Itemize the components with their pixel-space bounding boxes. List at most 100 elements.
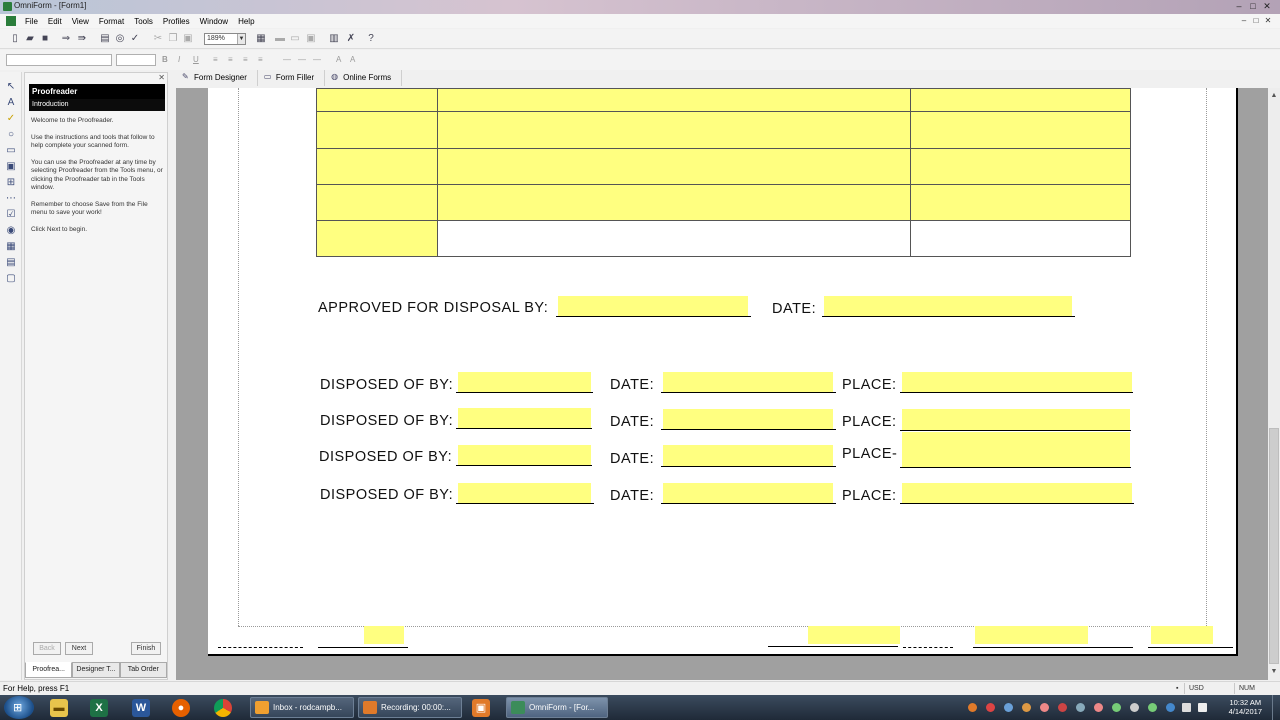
tab-online-forms[interactable]: ◍ Online Forms bbox=[325, 70, 403, 86]
tray-app-icon[interactable] bbox=[1130, 703, 1139, 712]
print-preview-icon[interactable]: ◎ bbox=[114, 33, 126, 45]
align-icon[interactable]: ▬ bbox=[274, 33, 286, 45]
align-left-icon[interactable]: ≡ bbox=[213, 55, 218, 64]
disposed-by-field[interactable] bbox=[458, 445, 591, 465]
font-size-select[interactable] bbox=[116, 54, 156, 66]
volume-icon[interactable] bbox=[1198, 703, 1207, 712]
zoom-select[interactable]: 189% ▼ bbox=[204, 33, 246, 45]
scroll-up-icon[interactable]: ▲ bbox=[1268, 90, 1280, 102]
table-cell-field[interactable] bbox=[316, 88, 438, 112]
menu-format[interactable]: Format bbox=[94, 17, 129, 26]
tray-app-icon[interactable] bbox=[1040, 703, 1049, 712]
disposed-by-field[interactable] bbox=[458, 483, 591, 503]
tray-app-icon[interactable] bbox=[1094, 703, 1103, 712]
menu-profiles[interactable]: Profiles bbox=[158, 17, 195, 26]
doc-close-button[interactable]: ✕ bbox=[1262, 15, 1274, 26]
taskbar-task-omniform[interactable]: OmniForm - [For... bbox=[506, 697, 608, 718]
field-tool-icon[interactable]: ⊞ bbox=[4, 176, 18, 190]
taskbar-clock[interactable]: 10:32 AM 4/14/2017 bbox=[1229, 698, 1262, 716]
vertical-scrollbar[interactable]: ▲ ▼ bbox=[1268, 88, 1280, 680]
justify-icon[interactable]: ≡ bbox=[258, 55, 263, 64]
taskbar-pin-chrome[interactable] bbox=[206, 697, 240, 718]
disposal-place-field[interactable] bbox=[902, 409, 1130, 430]
rectangle-tool-icon[interactable]: ▭ bbox=[4, 144, 18, 158]
align-center-icon[interactable]: ≡ bbox=[228, 55, 233, 64]
menu-view[interactable]: View bbox=[67, 17, 94, 26]
tray-recorder-icon[interactable] bbox=[968, 703, 977, 712]
close-button[interactable]: ✕ bbox=[1260, 0, 1274, 12]
disposal-place-field[interactable] bbox=[902, 372, 1132, 392]
tab-tab-order[interactable]: Tab Order bbox=[119, 662, 167, 678]
table-cell-field[interactable] bbox=[437, 148, 911, 185]
scroll-down-icon[interactable]: ▼ bbox=[1268, 666, 1280, 678]
document-canvas[interactable]: APPROVED FOR DISPOSAL BY: DATE: DISPOSED… bbox=[176, 88, 1268, 680]
start-button[interactable]: ⊞ bbox=[4, 696, 34, 719]
text-tool-icon[interactable]: A bbox=[4, 96, 18, 110]
tray-app-icon[interactable] bbox=[1022, 703, 1031, 712]
align-right-icon[interactable]: ≡ bbox=[243, 55, 248, 64]
disposed-by-field[interactable] bbox=[458, 372, 591, 392]
tray-app-icon[interactable] bbox=[1058, 703, 1067, 712]
tray-mcafee-icon[interactable] bbox=[986, 703, 995, 712]
new-icon[interactable]: ▯ bbox=[9, 33, 21, 45]
table-cell-field[interactable] bbox=[316, 220, 438, 257]
menu-window[interactable]: Window bbox=[195, 17, 233, 26]
menu-help[interactable]: Help bbox=[233, 17, 259, 26]
distribute-icon[interactable]: ▭ bbox=[289, 33, 301, 45]
menu-file[interactable]: File bbox=[20, 17, 43, 26]
table-cell-field[interactable] bbox=[910, 111, 1131, 149]
cut-icon[interactable]: ✂ bbox=[152, 33, 164, 45]
taskbar-task-outlook[interactable]: Inbox - rodcampb... bbox=[250, 697, 354, 718]
next-button[interactable]: Next bbox=[65, 642, 93, 655]
taskbar-pin-firefox[interactable]: ● bbox=[164, 697, 198, 718]
picture-tool-icon[interactable]: ▤ bbox=[4, 256, 18, 270]
underline-button[interactable]: U bbox=[193, 55, 199, 64]
redo-scan-icon[interactable]: ⇛ bbox=[76, 33, 88, 45]
proofread-tool-icon[interactable]: ✓ bbox=[4, 112, 18, 126]
print-icon[interactable]: ▤ bbox=[99, 33, 111, 45]
disposal-date-field[interactable] bbox=[663, 372, 833, 392]
disposal-place-field[interactable] bbox=[902, 432, 1130, 467]
disposal-place-field[interactable] bbox=[902, 483, 1132, 503]
menu-tools[interactable]: Tools bbox=[129, 17, 158, 26]
close-icon[interactable]: ✕ bbox=[158, 73, 165, 82]
taskbar-pin-recorder[interactable]: ▣ bbox=[464, 697, 498, 718]
show-desktop-button[interactable] bbox=[1272, 695, 1280, 720]
network-icon[interactable] bbox=[1182, 703, 1191, 712]
taskbar-pin-word[interactable]: W bbox=[124, 697, 158, 718]
group-icon[interactable]: ▣ bbox=[305, 33, 317, 45]
tab-form-filler[interactable]: ▭ Form Filler bbox=[258, 70, 326, 86]
approval-date-field[interactable] bbox=[824, 296, 1072, 316]
back-button[interactable]: Back bbox=[33, 642, 61, 655]
table-tool-icon[interactable]: ▦ bbox=[4, 240, 18, 254]
ellipse-tool-icon[interactable]: ○ bbox=[4, 128, 18, 142]
document-icon[interactable] bbox=[6, 16, 16, 26]
open-folder-icon[interactable]: ▰ bbox=[24, 33, 36, 45]
table-cell-field[interactable] bbox=[316, 148, 438, 185]
paste-icon[interactable]: ▣ bbox=[182, 33, 194, 45]
spellcheck-icon[interactable]: ✓ bbox=[129, 33, 141, 45]
radio-tool-icon[interactable]: ◉ bbox=[4, 224, 18, 238]
finish-button[interactable]: Finish bbox=[131, 642, 161, 655]
tray-mail-icon[interactable] bbox=[1004, 703, 1013, 712]
bold-button[interactable]: B bbox=[162, 55, 168, 64]
table-cell-field[interactable] bbox=[316, 111, 438, 149]
maximize-button[interactable]: □ bbox=[1246, 0, 1260, 12]
tab-designer-tools[interactable]: Designer T... bbox=[72, 662, 120, 678]
table-cell-field[interactable] bbox=[316, 184, 438, 221]
disposal-date-field[interactable] bbox=[663, 445, 833, 466]
lock-tool-icon[interactable]: ▢ bbox=[4, 272, 18, 286]
scroll-thumb[interactable] bbox=[1269, 428, 1279, 664]
chevron-down-icon[interactable]: ▼ bbox=[237, 34, 245, 44]
footer-field[interactable] bbox=[808, 626, 900, 644]
tools-icon[interactable]: ✗ bbox=[345, 33, 357, 45]
table-cell-field[interactable] bbox=[910, 148, 1131, 185]
line-style-icon[interactable]: — bbox=[283, 55, 291, 64]
scan-icon[interactable]: ⇒ bbox=[60, 33, 72, 45]
tab-form-designer[interactable]: ✎ Form Designer bbox=[176, 70, 258, 86]
calculator-icon[interactable]: ▥ bbox=[328, 33, 340, 45]
disposed-by-field[interactable] bbox=[458, 408, 591, 428]
taskbar-pin-explorer[interactable]: ▬ bbox=[42, 697, 76, 718]
font-name-select[interactable] bbox=[6, 54, 112, 66]
table-cell-field[interactable] bbox=[437, 111, 911, 149]
